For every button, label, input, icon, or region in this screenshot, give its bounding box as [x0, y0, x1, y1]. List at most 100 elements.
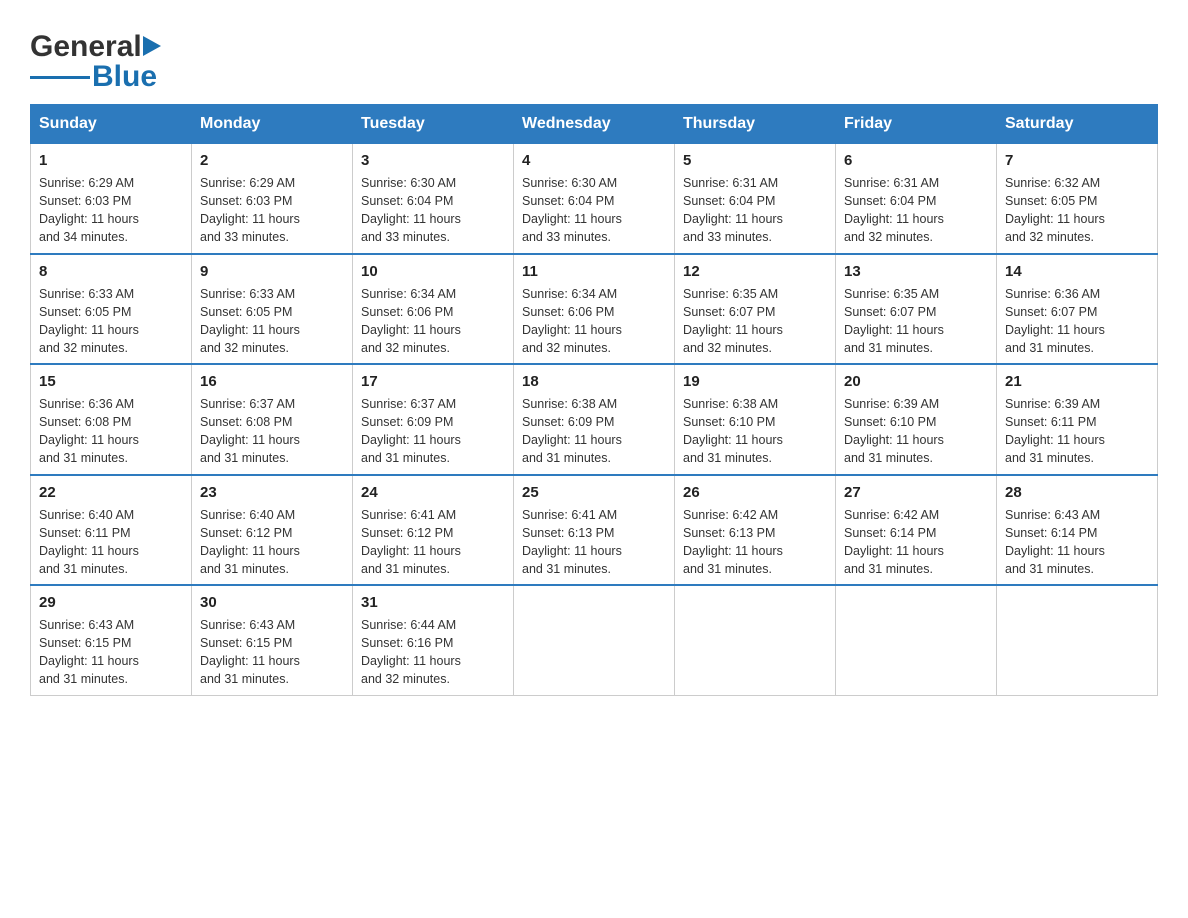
day-info: Sunrise: 6:41 AMSunset: 6:12 PMDaylight:…: [361, 506, 505, 579]
day-number: 6: [844, 150, 988, 171]
day-number: 11: [522, 261, 666, 282]
day-info: Sunrise: 6:30 AMSunset: 6:04 PMDaylight:…: [522, 174, 666, 247]
day-number: 28: [1005, 482, 1149, 503]
calendar-cell: 29 Sunrise: 6:43 AMSunset: 6:15 PMDayligh…: [31, 585, 192, 695]
calendar-cell: 30 Sunrise: 6:43 AMSunset: 6:15 PMDayligh…: [192, 585, 353, 695]
calendar-cell: [514, 585, 675, 695]
calendar-cell: 11 Sunrise: 6:34 AMSunset: 6:06 PMDayligh…: [514, 254, 675, 365]
header-monday: Monday: [192, 105, 353, 144]
calendar-cell: 2Sunrise: 6:29 AMSunset: 6:03 PMDaylight…: [192, 144, 353, 254]
calendar-cell: 21 Sunrise: 6:39 AMSunset: 6:11 PMDayligh…: [997, 364, 1158, 475]
day-info: Sunrise: 6:42 AMSunset: 6:14 PMDaylight:…: [844, 506, 988, 579]
calendar-cell: 13 Sunrise: 6:35 AMSunset: 6:07 PMDayligh…: [836, 254, 997, 365]
day-info: Sunrise: 6:34 AMSunset: 6:06 PMDaylight:…: [522, 285, 666, 358]
calendar-cell: 10 Sunrise: 6:34 AMSunset: 6:06 PMDayligh…: [353, 254, 514, 365]
logo-blue-text: Blue: [92, 60, 157, 94]
day-info: Sunrise: 6:35 AMSunset: 6:07 PMDaylight:…: [683, 285, 827, 358]
calendar-cell: 28 Sunrise: 6:43 AMSunset: 6:14 PMDayligh…: [997, 475, 1158, 586]
calendar-cell: 16 Sunrise: 6:37 AMSunset: 6:08 PMDayligh…: [192, 364, 353, 475]
calendar-cell: 17 Sunrise: 6:37 AMSunset: 6:09 PMDayligh…: [353, 364, 514, 475]
calendar-week-row: 8 Sunrise: 6:33 AMSunset: 6:05 PMDaylight…: [31, 254, 1158, 365]
day-info: Sunrise: 6:41 AMSunset: 6:13 PMDaylight:…: [522, 506, 666, 579]
day-number: 30: [200, 592, 344, 613]
day-info: Sunrise: 6:29 AMSunset: 6:03 PMDaylight:…: [39, 174, 183, 247]
calendar-cell: 23 Sunrise: 6:40 AMSunset: 6:12 PMDayligh…: [192, 475, 353, 586]
page-header: General Blue: [30, 20, 1158, 94]
day-info: Sunrise: 6:39 AMSunset: 6:11 PMDaylight:…: [1005, 395, 1149, 468]
calendar-week-row: 22 Sunrise: 6:40 AMSunset: 6:11 PMDayligh…: [31, 475, 1158, 586]
calendar-cell: 1Sunrise: 6:29 AMSunset: 6:03 PMDaylight…: [31, 144, 192, 254]
day-info: Sunrise: 6:30 AMSunset: 6:04 PMDaylight:…: [361, 174, 505, 247]
day-info: Sunrise: 6:32 AMSunset: 6:05 PMDaylight:…: [1005, 174, 1149, 247]
header-saturday: Saturday: [997, 105, 1158, 144]
day-number: 26: [683, 482, 827, 503]
day-info: Sunrise: 6:43 AMSunset: 6:15 PMDaylight:…: [200, 616, 344, 689]
day-number: 4: [522, 150, 666, 171]
day-number: 25: [522, 482, 666, 503]
day-number: 18: [522, 371, 666, 392]
calendar-header-row: SundayMondayTuesdayWednesdayThursdayFrid…: [31, 105, 1158, 144]
day-info: Sunrise: 6:37 AMSunset: 6:09 PMDaylight:…: [361, 395, 505, 468]
day-info: Sunrise: 6:33 AMSunset: 6:05 PMDaylight:…: [39, 285, 183, 358]
day-info: Sunrise: 6:38 AMSunset: 6:09 PMDaylight:…: [522, 395, 666, 468]
calendar-cell: 26 Sunrise: 6:42 AMSunset: 6:13 PMDayligh…: [675, 475, 836, 586]
day-number: 10: [361, 261, 505, 282]
day-number: 24: [361, 482, 505, 503]
calendar-cell: 14Sunrise: 6:36 AMSunset: 6:07 PMDayligh…: [997, 254, 1158, 365]
calendar-cell: [997, 585, 1158, 695]
day-info: Sunrise: 6:42 AMSunset: 6:13 PMDaylight:…: [683, 506, 827, 579]
day-info: Sunrise: 6:40 AMSunset: 6:11 PMDaylight:…: [39, 506, 183, 579]
day-info: Sunrise: 6:36 AMSunset: 6:08 PMDaylight:…: [39, 395, 183, 468]
day-info: Sunrise: 6:43 AMSunset: 6:14 PMDaylight:…: [1005, 506, 1149, 579]
day-number: 23: [200, 482, 344, 503]
calendar-cell: 20Sunrise: 6:39 AMSunset: 6:10 PMDayligh…: [836, 364, 997, 475]
calendar-cell: 3 Sunrise: 6:30 AMSunset: 6:04 PMDaylight…: [353, 144, 514, 254]
day-info: Sunrise: 6:29 AMSunset: 6:03 PMDaylight:…: [200, 174, 344, 247]
header-wednesday: Wednesday: [514, 105, 675, 144]
calendar-cell: 22 Sunrise: 6:40 AMSunset: 6:11 PMDayligh…: [31, 475, 192, 586]
day-info: Sunrise: 6:33 AMSunset: 6:05 PMDaylight:…: [200, 285, 344, 358]
logo: General Blue: [30, 30, 165, 94]
day-number: 8: [39, 261, 183, 282]
calendar-cell: 31 Sunrise: 6:44 AMSunset: 6:16 PMDayligh…: [353, 585, 514, 695]
calendar-cell: [836, 585, 997, 695]
day-number: 16: [200, 371, 344, 392]
calendar-cell: 24 Sunrise: 6:41 AMSunset: 6:12 PMDayligh…: [353, 475, 514, 586]
header-friday: Friday: [836, 105, 997, 144]
day-number: 13: [844, 261, 988, 282]
day-info: Sunrise: 6:39 AMSunset: 6:10 PMDaylight:…: [844, 395, 988, 468]
day-number: 7: [1005, 150, 1149, 171]
calendar-cell: 19Sunrise: 6:38 AMSunset: 6:10 PMDayligh…: [675, 364, 836, 475]
day-number: 14: [1005, 261, 1149, 282]
day-info: Sunrise: 6:44 AMSunset: 6:16 PMDaylight:…: [361, 616, 505, 689]
calendar-cell: [675, 585, 836, 695]
day-number: 15: [39, 371, 183, 392]
calendar-week-row: 1Sunrise: 6:29 AMSunset: 6:03 PMDaylight…: [31, 144, 1158, 254]
day-number: 3: [361, 150, 505, 171]
day-info: Sunrise: 6:31 AMSunset: 6:04 PMDaylight:…: [844, 174, 988, 247]
day-info: Sunrise: 6:31 AMSunset: 6:04 PMDaylight:…: [683, 174, 827, 247]
day-info: Sunrise: 6:38 AMSunset: 6:10 PMDaylight:…: [683, 395, 827, 468]
calendar-week-row: 15 Sunrise: 6:36 AMSunset: 6:08 PMDayligh…: [31, 364, 1158, 475]
header-thursday: Thursday: [675, 105, 836, 144]
day-number: 21: [1005, 371, 1149, 392]
day-number: 12: [683, 261, 827, 282]
calendar-cell: 18 Sunrise: 6:38 AMSunset: 6:09 PMDayligh…: [514, 364, 675, 475]
day-info: Sunrise: 6:40 AMSunset: 6:12 PMDaylight:…: [200, 506, 344, 579]
logo-general-text: General: [30, 30, 142, 64]
calendar-cell: 7 Sunrise: 6:32 AMSunset: 6:05 PMDaylight…: [997, 144, 1158, 254]
day-info: Sunrise: 6:43 AMSunset: 6:15 PMDaylight:…: [39, 616, 183, 689]
day-info: Sunrise: 6:37 AMSunset: 6:08 PMDaylight:…: [200, 395, 344, 468]
day-number: 31: [361, 592, 505, 613]
header-sunday: Sunday: [31, 105, 192, 144]
calendar-cell: 27Sunrise: 6:42 AMSunset: 6:14 PMDayligh…: [836, 475, 997, 586]
calendar-cell: 9Sunrise: 6:33 AMSunset: 6:05 PMDaylight…: [192, 254, 353, 365]
calendar-cell: 25 Sunrise: 6:41 AMSunset: 6:13 PMDayligh…: [514, 475, 675, 586]
day-number: 5: [683, 150, 827, 171]
day-info: Sunrise: 6:35 AMSunset: 6:07 PMDaylight:…: [844, 285, 988, 358]
day-number: 22: [39, 482, 183, 503]
calendar-cell: 12 Sunrise: 6:35 AMSunset: 6:07 PMDayligh…: [675, 254, 836, 365]
day-info: Sunrise: 6:34 AMSunset: 6:06 PMDaylight:…: [361, 285, 505, 358]
day-number: 17: [361, 371, 505, 392]
day-number: 29: [39, 592, 183, 613]
